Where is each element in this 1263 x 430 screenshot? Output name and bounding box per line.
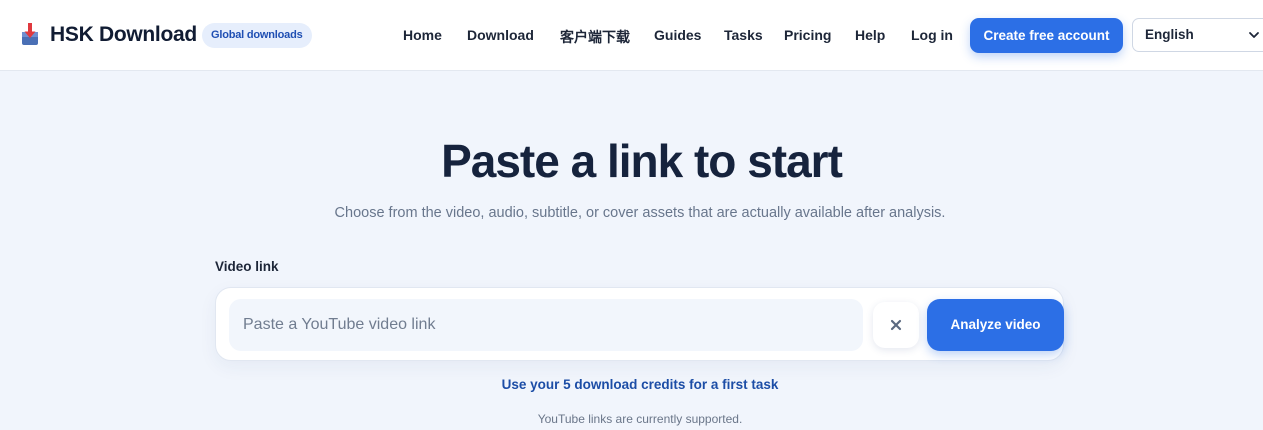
language-select[interactable]: English — [1132, 18, 1263, 52]
nav-pricing[interactable]: Pricing — [784, 27, 831, 43]
credits-link[interactable]: Use your 5 download credits for a first … — [0, 377, 1263, 392]
nav-client-download[interactable]: 客户端下载 — [560, 27, 630, 47]
page-title: Paste a link to start — [441, 135, 843, 187]
brand-name: HSK Download — [50, 23, 197, 46]
nav-login[interactable]: Log in — [911, 27, 953, 43]
brand[interactable]: HSK Download — [20, 22, 197, 48]
global-downloads-badge: Global downloads — [202, 23, 312, 48]
video-link-label: Video link — [215, 259, 279, 274]
create-account-button[interactable]: Create free account — [970, 18, 1123, 53]
video-link-input[interactable] — [229, 299, 863, 351]
nav-tasks[interactable]: Tasks — [724, 27, 763, 43]
nav-download[interactable]: Download — [467, 27, 534, 43]
download-box-icon — [22, 23, 38, 45]
nav-help[interactable]: Help — [855, 27, 885, 43]
analyze-video-button[interactable]: Analyze video — [927, 299, 1064, 351]
site-header: HSK Download Global downloads Home Downl… — [0, 0, 1263, 71]
clear-button[interactable] — [873, 302, 919, 348]
language-selected: English — [1145, 27, 1194, 42]
support-note: YouTube links are currently supported. — [537, 412, 743, 426]
link-form: Analyze video — [215, 287, 1064, 361]
nav-home[interactable]: Home — [403, 27, 442, 43]
chevron-down-icon — [1249, 32, 1259, 38]
nav-guides[interactable]: Guides — [654, 27, 701, 43]
page-subtitle: Choose from the video, audio, subtitle, … — [334, 205, 946, 221]
close-icon — [890, 319, 902, 331]
